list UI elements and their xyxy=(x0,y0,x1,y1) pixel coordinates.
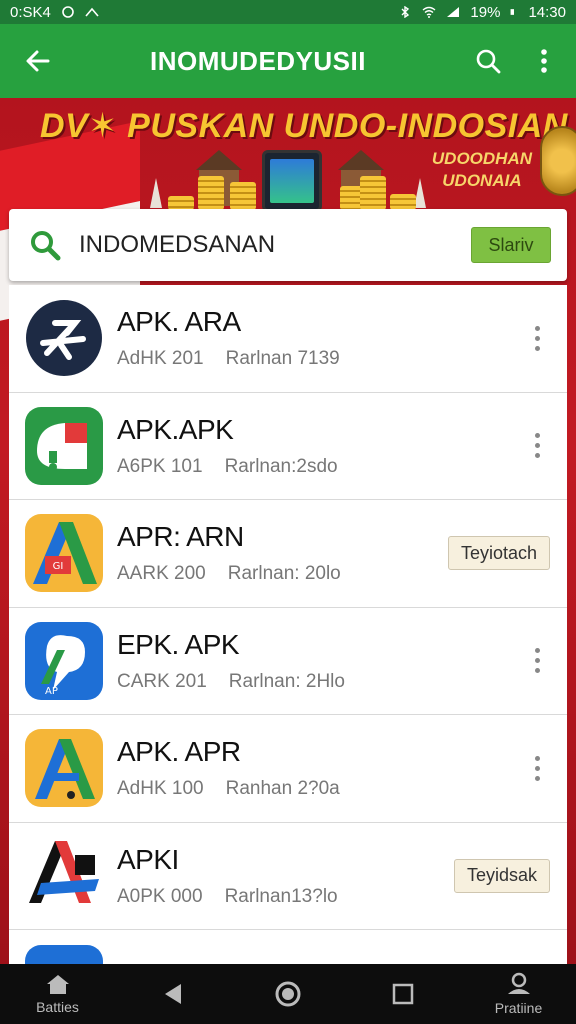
list-item[interactable]: APKI A0PK 000 Rarlnan13?lo Teyidsak xyxy=(9,823,567,930)
app-icon xyxy=(25,836,103,915)
more-options-button[interactable] xyxy=(516,24,572,98)
app-name: APK.APK xyxy=(117,413,234,445)
install-button[interactable]: Teyidsak xyxy=(453,858,550,893)
banner-subheadline: UDOODHAN UDONAIA xyxy=(431,149,532,190)
bottom-nav: Batties Pratiine xyxy=(0,964,576,1024)
svg-text:GI: GI xyxy=(53,561,64,572)
status-left-text: 0:SK4 xyxy=(10,3,51,21)
more-vert-icon[interactable] xyxy=(517,738,557,798)
search-button[interactable] xyxy=(460,24,516,98)
nav-recents[interactable] xyxy=(346,964,461,1024)
home-circle-icon xyxy=(275,981,301,1007)
battery-icon xyxy=(511,9,515,15)
app-name: APR: ARN xyxy=(117,521,244,553)
search-icon xyxy=(476,49,501,74)
more-vert-icon[interactable] xyxy=(517,308,557,368)
back-triangle-icon xyxy=(164,984,181,1004)
search-input[interactable]: INDOMEDSANAN xyxy=(79,231,471,259)
app-icon xyxy=(25,944,103,964)
nav-label: Pratiine xyxy=(494,1000,543,1016)
search-submit-button[interactable]: Slariv xyxy=(471,227,551,263)
list-item[interactable]: GI APR: ARN AARK 200 Rarlnan: 20lo Teyiot… xyxy=(9,500,567,608)
more-vert-icon[interactable] xyxy=(517,631,557,691)
app-list: APK. ARA AdHK 201 Rarlnan 7139 APK.APK A6… xyxy=(9,285,567,964)
notification-icon xyxy=(62,6,74,18)
app-name: EPK. APK xyxy=(117,628,240,660)
more-vert-icon[interactable] xyxy=(517,416,557,476)
app-name: APK. APR xyxy=(117,736,241,768)
list-item[interactable] xyxy=(9,930,567,964)
bluetooth-icon xyxy=(401,6,410,18)
app-name: APKI xyxy=(117,843,179,875)
search-icon xyxy=(31,231,61,261)
banner-headline: DV✶ PUSKAN UNDO-INDOSIAN xyxy=(40,107,568,145)
status-time: 14:30 xyxy=(528,3,566,21)
app-icon: GI xyxy=(25,514,103,593)
list-item[interactable]: APK. ARA AdHK 201 Rarlnan 7139 xyxy=(9,285,567,393)
back-button[interactable] xyxy=(0,24,76,98)
app-icon xyxy=(25,299,103,378)
app-bar: INOMUDEDYUSII xyxy=(0,24,576,98)
wifi-icon xyxy=(422,6,436,18)
app-icon xyxy=(25,729,103,808)
nav-label: Batties xyxy=(36,999,79,1015)
app-meta: A6PK 101 Rarlnan:2sdo xyxy=(117,455,338,477)
cell-signal-icon xyxy=(447,7,460,17)
list-item[interactable]: AP EPK. APK CARK 201 Rarlnan: 2Hlo xyxy=(9,608,567,715)
app-meta: AdHK 100 Ranhan 2?0a xyxy=(117,778,340,800)
coin-stacks-illustration xyxy=(160,170,430,210)
battery-percent: 19% xyxy=(470,3,501,21)
app-meta: CARK 201 Rarlnan: 2Hlo xyxy=(117,670,345,692)
list-item[interactable]: APK.APK A6PK 101 Rarlnan:2sdo xyxy=(9,393,567,500)
recents-square-icon xyxy=(393,983,414,1005)
app-icon xyxy=(25,406,103,485)
app-name: APK. ARA xyxy=(117,306,241,338)
nav-home-circle[interactable] xyxy=(231,964,346,1024)
app-meta: AdHK 201 Rarlnan 7139 xyxy=(117,348,340,370)
search-bar[interactable]: INDOMEDSANAN Slariv xyxy=(9,209,567,281)
profile-icon xyxy=(507,972,530,994)
home-icon xyxy=(46,975,69,994)
more-vert-icon xyxy=(541,49,547,73)
svg-text:AP: AP xyxy=(45,686,58,697)
gold-seal-icon xyxy=(540,126,576,196)
nav-back[interactable] xyxy=(115,964,230,1024)
signal-small-icon xyxy=(85,7,99,17)
arrow-left-icon xyxy=(26,50,50,72)
app-icon: AP xyxy=(25,621,103,700)
app-meta: A0PK 000 Rarlnan13?lo xyxy=(117,885,338,907)
page-title: INOMUDEDYUSII xyxy=(150,45,366,76)
nav-home[interactable]: Batties xyxy=(0,964,115,1024)
nav-profile[interactable]: Pratiine xyxy=(461,964,576,1024)
app-meta: AARK 200 Rarlnan: 20lo xyxy=(117,563,341,585)
status-bar: 0:SK4 19% 14:30 xyxy=(0,0,576,24)
list-item[interactable]: APK. APR AdHK 100 Ranhan 2?0a xyxy=(9,715,567,823)
install-button[interactable]: Teyiotach xyxy=(447,536,550,571)
